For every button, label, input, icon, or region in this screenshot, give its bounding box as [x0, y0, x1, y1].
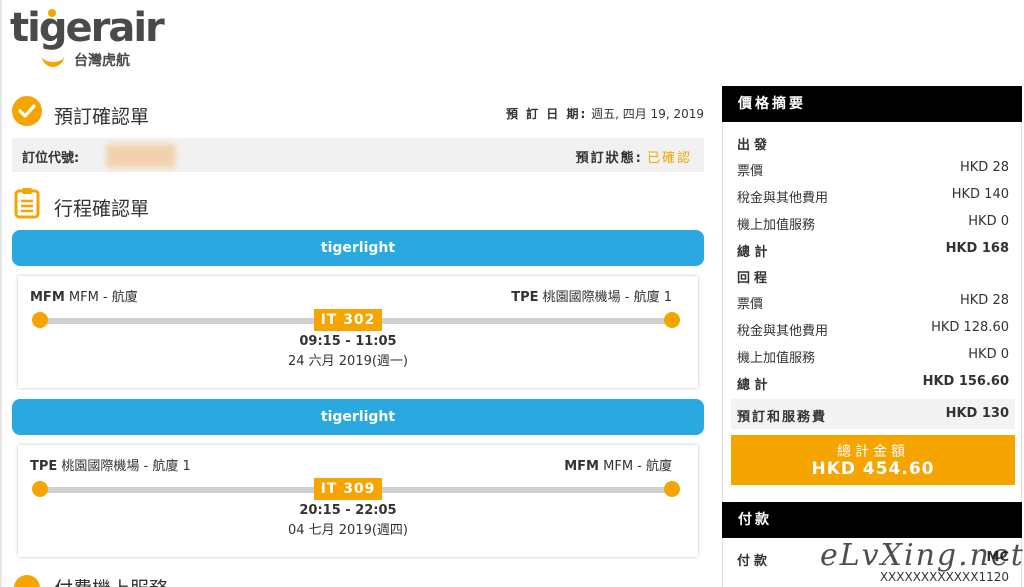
flight-date: 04 七月 2019(週四)	[287, 523, 409, 538]
destination-name: MFM - 航廈	[603, 459, 672, 474]
outbound-label: 出發	[737, 138, 772, 153]
origin-code: TPE	[30, 459, 58, 474]
itinerary-header: 行程確認單	[12, 182, 704, 222]
watermark: eLvXing.net	[820, 538, 1024, 573]
booking-date-label: 預 訂 日 期:	[505, 107, 588, 121]
outbound-total-label: 總 計	[737, 245, 768, 260]
booking-status-label: 預訂狀態:	[575, 151, 643, 166]
grand-total-value: HKD 454.60	[811, 459, 935, 479]
origin-dot-icon	[32, 312, 48, 328]
flight-destination: TPE 桃園國際機場 - 航廈 1	[511, 286, 672, 305]
confirmation-title: 預訂確認單	[54, 106, 150, 128]
logo-wordmark: tigerair	[10, 5, 165, 51]
outbound-total-value: HKD 168	[945, 241, 1009, 256]
destination-dot-icon	[664, 312, 680, 328]
price-row-value: HKD 128.60	[931, 320, 1009, 335]
flight-number: IT 309	[314, 478, 382, 500]
booking-fee-row: 預訂和服務費 HKD 130	[731, 399, 1015, 429]
destination-dot-icon	[664, 481, 680, 497]
price-row: 稅金與其他費用 HKD 140	[737, 187, 1009, 206]
booking-status: 預訂狀態: 已確認	[576, 147, 692, 166]
return-total-value: HKD 156.60	[922, 374, 1009, 389]
flight-number: IT 302	[314, 309, 382, 331]
origin-name: 桃園國際機場 - 航廈 1	[61, 459, 191, 474]
confirmation-header: 預訂確認單 預 訂 日 期: 週五, 四月 19, 2019	[12, 90, 704, 130]
flight-origin: TPE 桃園國際機場 - 航廈 1	[30, 455, 191, 474]
booking-status-value: 已確認	[646, 151, 692, 166]
price-row-value: HKD 0	[968, 214, 1009, 229]
price-row-label: 票價	[737, 164, 764, 179]
return-label: 回程	[737, 271, 772, 286]
flight-time: 09:15 - 11:05	[299, 334, 397, 349]
booking-info-bar: 訂位代號: 預訂狀態: 已確認	[12, 138, 704, 172]
flight-destination: MFM MFM - 航廈	[564, 455, 672, 474]
outbound-total-row: 總 計 HKD 168	[737, 241, 1009, 260]
logo-dot-icon	[48, 9, 56, 17]
price-row: 票價 HKD 28	[737, 293, 1009, 312]
clipboard-icon	[14, 188, 40, 219]
destination-code: MFM	[564, 459, 599, 474]
flight-card-return: TPE 桃園國際機場 - 航廈 1 MFM MFM - 航廈 IT 309 20…	[18, 445, 698, 557]
services-title: 付費機上服務	[54, 574, 168, 587]
logo-smile-icon	[42, 53, 64, 67]
origin-name: MFM - 航廈	[68, 290, 138, 305]
price-row-value: HKD 28	[960, 160, 1009, 175]
booking-code-redacted	[106, 144, 176, 168]
booking-fee-label: 預訂和服務費	[737, 410, 828, 425]
destination-code: TPE	[511, 290, 539, 305]
price-row: 票價 HKD 28	[737, 160, 1009, 179]
page: tigerair 台灣虎航 預訂確認單 預 訂 日 期: 週五, 四月 19, …	[0, 0, 1024, 587]
price-row-label: 票價	[737, 297, 764, 312]
booking-fee-value: HKD 130	[945, 406, 1009, 421]
fare-bar-outbound: tigerlight	[12, 230, 704, 266]
services-icon	[14, 575, 40, 587]
price-row-label: 機上加值服務	[737, 351, 816, 366]
price-row-label: 機上加值服務	[737, 218, 816, 233]
price-summary-title: 價格摘要	[722, 86, 1022, 122]
price-row-value: HKD 28	[960, 293, 1009, 308]
price-row: 機上加值服務 HKD 0	[737, 347, 1009, 366]
tigerair-logo[interactable]: tigerair 台灣虎航	[10, 8, 170, 70]
price-row: 機上加值服務 HKD 0	[737, 214, 1009, 233]
booking-date-value: 週五, 四月 19, 2019	[591, 107, 704, 121]
origin-code: MFM	[30, 290, 65, 305]
price-row-value: HKD 140	[951, 187, 1009, 202]
return-total-label: 總 計	[737, 378, 768, 393]
booking-date: 預 訂 日 期: 週五, 四月 19, 2019	[506, 105, 704, 122]
booking-code-label: 訂位代號:	[22, 151, 80, 166]
grand-total-label: 總計金額	[837, 444, 909, 460]
flight-date: 24 六月 2019(週一)	[287, 354, 409, 369]
grand-total-box: 總計金額 HKD 454.60	[731, 435, 1015, 485]
price-row: 稅金與其他費用 HKD 128.60	[737, 320, 1009, 339]
payment-title: 付款	[722, 502, 1022, 538]
flight-time: 20:15 - 22:05	[299, 503, 397, 518]
fare-bar-return: tigerlight	[12, 399, 704, 435]
price-row-label: 稅金與其他費用	[737, 191, 829, 206]
flight-card-outbound: MFM MFM - 航廈 TPE 桃園國際機場 - 航廈 1 IT 302 09…	[18, 276, 698, 388]
flight-origin: MFM MFM - 航廈	[30, 286, 138, 305]
price-row-label: 稅金與其他費用	[737, 324, 829, 339]
origin-dot-icon	[32, 481, 48, 497]
destination-name: 桃園國際機場 - 航廈 1	[542, 290, 672, 305]
price-summary-body: 出發 票價 HKD 28 稅金與其他費用 HKD 140 機上加值服務 HKD …	[722, 122, 1022, 520]
price-row-value: HKD 0	[968, 347, 1009, 362]
payment-label: 付款	[737, 554, 772, 569]
return-total-row: 總 計 HKD 156.60	[737, 374, 1009, 393]
logo-subtitle: 台灣虎航	[74, 53, 130, 69]
check-circle-icon	[12, 96, 42, 126]
itinerary-title: 行程確認單	[54, 198, 150, 220]
